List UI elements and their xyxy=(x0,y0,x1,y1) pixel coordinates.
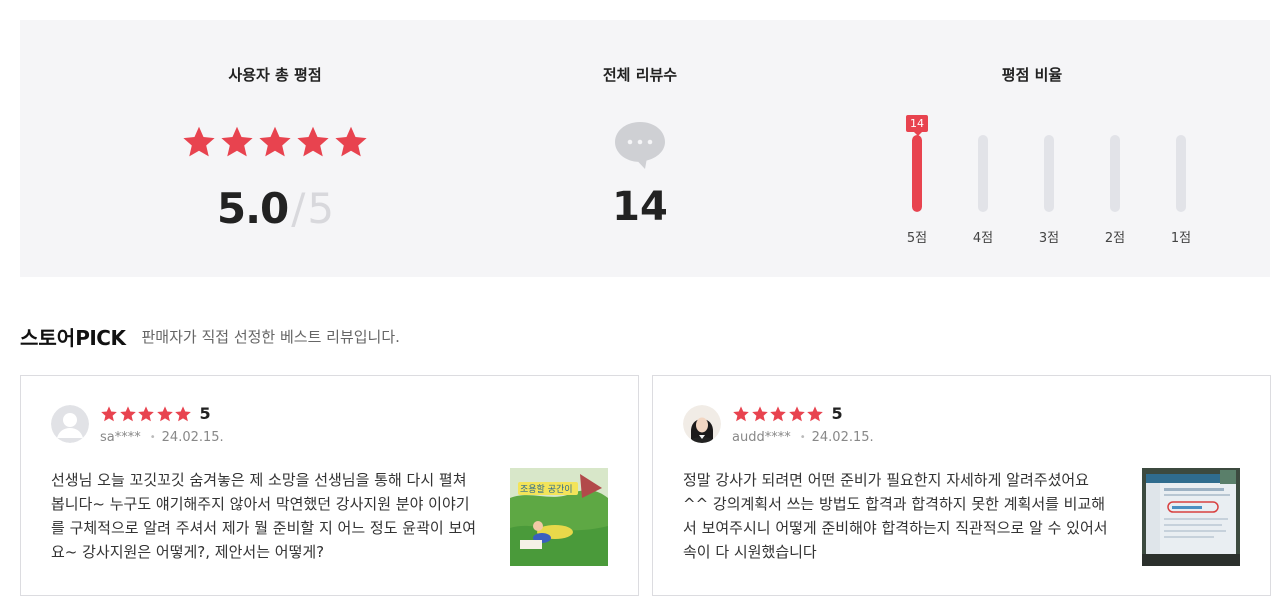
ratio-bar-track xyxy=(1176,135,1186,212)
rating-ratio-section: 평점 비율 14 5점 4점 3점 2점 1점 xyxy=(872,20,1192,277)
user-avatar xyxy=(683,405,721,443)
star-icon xyxy=(259,126,291,157)
review-card[interactable]: 5 audd**** • 24.02.15. 정말 강사가 되려면 어떤 준비가… xyxy=(652,375,1271,596)
total-rating-score: 5.0/5 xyxy=(135,184,415,233)
star-icon xyxy=(119,405,136,421)
review-text[interactable]: 정말 강사가 되려면 어떤 준비가 필요한지 자세하게 알려주셨어요^^ 강의계… xyxy=(683,468,1113,564)
review-date: 24.02.15. xyxy=(161,430,224,445)
star-icon xyxy=(733,405,749,421)
total-rating-title: 사용자 총 평점 xyxy=(228,66,322,84)
store-pick-title: 스토어PICK xyxy=(20,322,126,351)
ratio-bar-label: 2점 xyxy=(1104,231,1126,246)
rating-slash: / xyxy=(291,184,305,233)
speech-bubble-icon xyxy=(615,122,665,169)
review-rating: 5 xyxy=(732,404,843,423)
ratio-bar-track xyxy=(1044,135,1054,212)
star-icon xyxy=(751,405,768,421)
meta-separator: • xyxy=(799,432,806,443)
ratio-bar-5: 14 5점 xyxy=(897,115,937,255)
thumbnail-caption: 조용할 공간이 xyxy=(520,484,573,495)
star-icon xyxy=(138,405,154,421)
ratio-bar-track xyxy=(1110,135,1120,212)
review-count-value: 14 xyxy=(612,184,668,230)
review-summary-panel: 사용자 총 평점 5.0/5 전체 리뷰수 14 평점 비율 14 5점 4점 3점 2… xyxy=(20,20,1270,277)
review-count-section: 전체 리뷰수 14 xyxy=(500,20,780,277)
star-icon xyxy=(788,405,805,421)
ratio-bar-label: 1점 xyxy=(1170,231,1192,246)
store-pick-description: 판매자가 직접 선정한 베스트 리뷰입니다. xyxy=(141,327,400,346)
rating-max: 5 xyxy=(307,184,334,233)
review-user: sa**** xyxy=(100,430,141,445)
total-rating-stars xyxy=(135,124,415,160)
review-count-title: 전체 리뷰수 xyxy=(602,66,678,84)
ratio-bar-3: 3점 xyxy=(1029,115,1069,255)
review-thumbnail[interactable] xyxy=(1142,468,1240,566)
ratio-bar-label: 3점 xyxy=(1038,231,1060,246)
meta-separator: • xyxy=(149,432,156,443)
rating-ratio-bars: 14 5점 4점 3점 2점 1점 xyxy=(872,115,1192,255)
review-date: 24.02.15. xyxy=(811,430,874,445)
total-rating-section: 사용자 총 평점 5.0/5 xyxy=(135,20,415,277)
star-icon xyxy=(807,405,823,421)
review-meta: sa**** • 24.02.15. xyxy=(100,430,224,445)
ratio-bar-label: 5점 xyxy=(906,231,928,246)
rating-ratio-title: 평점 비율 xyxy=(1001,66,1063,84)
review-score: 5 xyxy=(199,404,211,423)
star-icon xyxy=(175,405,191,421)
review-card[interactable]: 5 sa**** • 24.02.15. 선생님 오늘 꼬깃꼬깃 숨겨놓은 제 … xyxy=(20,375,639,596)
ratio-bar-4: 4점 xyxy=(963,115,1003,255)
star-icon xyxy=(770,405,786,421)
ratio-bar-1: 1점 xyxy=(1161,115,1201,255)
ratio-bar-track xyxy=(978,135,988,212)
store-pick-title-ko: 스토어 xyxy=(20,325,76,350)
star-icon xyxy=(156,405,173,421)
store-pick-title-en: PICK xyxy=(75,325,126,350)
ratio-bar-label: 4점 xyxy=(972,231,994,246)
review-score: 5 xyxy=(831,404,843,423)
ratio-bar-track xyxy=(912,135,922,212)
star-icon xyxy=(183,126,215,157)
rating-value: 5.0 xyxy=(216,184,289,233)
review-text[interactable]: 선생님 오늘 꼬깃꼬깃 숨겨놓은 제 소망을 선생님을 통해 다시 펼쳐 봅니다… xyxy=(51,468,481,564)
ratio-bar-fill xyxy=(912,135,922,212)
store-pick-header: 스토어PICK 판매자가 직접 선정한 베스트 리뷰입니다. xyxy=(20,322,400,350)
star-icon xyxy=(335,126,367,157)
review-thumbnail[interactable]: 조용할 공간이 xyxy=(510,468,608,566)
star-icon xyxy=(101,405,117,421)
review-user: audd**** xyxy=(732,430,791,445)
default-avatar-icon xyxy=(51,405,89,443)
ratio-bar-count-badge: 14 xyxy=(906,115,928,136)
review-meta: audd**** • 24.02.15. xyxy=(732,430,874,445)
ratio-bar-2: 2점 xyxy=(1095,115,1135,255)
star-icon xyxy=(221,126,253,157)
star-icon xyxy=(297,126,329,157)
review-rating: 5 xyxy=(100,404,211,423)
